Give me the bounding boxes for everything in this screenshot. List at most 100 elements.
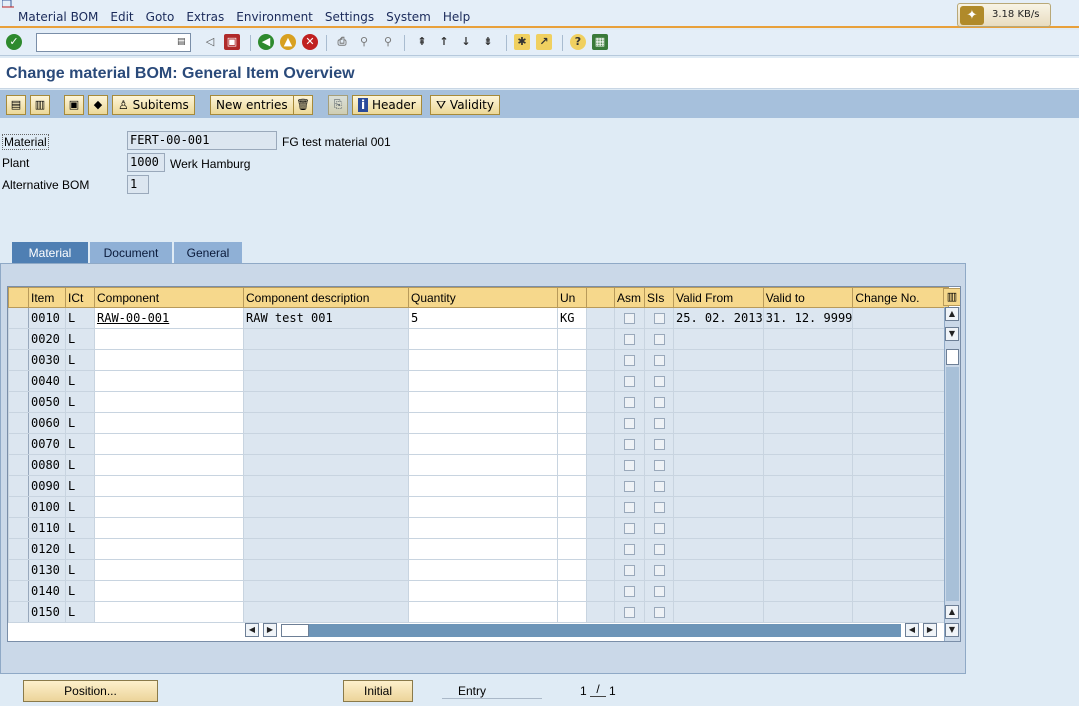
quantity-cell[interactable]	[408, 370, 558, 392]
row-selector[interactable]	[8, 580, 29, 602]
checkbox[interactable]	[624, 481, 635, 492]
back-icon[interactable]: ◀	[258, 34, 274, 50]
unit-cell[interactable]	[557, 370, 587, 392]
sls-checkbox[interactable]	[644, 475, 674, 497]
assembly-checkbox[interactable]	[614, 454, 645, 476]
row-selector[interactable]	[8, 517, 29, 539]
row-selector[interactable]	[8, 370, 29, 392]
unit-cell[interactable]	[557, 412, 587, 434]
quantity-cell[interactable]	[408, 517, 558, 539]
component-cell[interactable]	[94, 433, 244, 455]
assembly-checkbox[interactable]	[614, 412, 645, 434]
checkbox[interactable]	[624, 586, 635, 597]
scroll-far-right-icon[interactable]: ▶	[923, 623, 937, 637]
checkbox[interactable]	[653, 544, 665, 555]
component-cell[interactable]	[94, 475, 244, 497]
unit-cell[interactable]	[557, 391, 587, 413]
checkbox[interactable]	[624, 313, 635, 324]
sls-checkbox[interactable]	[644, 307, 674, 329]
help-icon[interactable]: ?	[570, 34, 586, 50]
column-header-valid-from[interactable]: Valid From	[673, 287, 764, 308]
new-session-icon[interactable]: ✱	[514, 34, 530, 50]
menu-item-system[interactable]: System	[386, 10, 431, 24]
checkbox[interactable]	[653, 481, 665, 492]
row-selector[interactable]	[8, 538, 29, 560]
component-cell[interactable]	[94, 370, 244, 392]
column-header-assembly[interactable]: Asm	[614, 287, 645, 308]
item-category-cell[interactable]: L	[65, 601, 95, 623]
quantity-cell[interactable]	[408, 391, 558, 413]
scroll-down-icon[interactable]: ▼	[945, 327, 959, 341]
column-header-unit[interactable]: Un	[557, 287, 587, 308]
select-all-header[interactable]	[8, 287, 29, 308]
sls-checkbox[interactable]	[644, 601, 674, 623]
component-cell[interactable]	[94, 538, 244, 560]
unit-cell[interactable]	[557, 601, 587, 623]
row-selector[interactable]	[8, 475, 29, 497]
copy-icon[interactable]: ⎘	[328, 95, 348, 115]
find-next-icon[interactable]: ⚲	[380, 34, 396, 50]
menu-item-help[interactable]: Help	[443, 10, 470, 24]
checkbox[interactable]	[653, 397, 665, 408]
item-category-cell[interactable]: L	[65, 496, 95, 518]
command-dropdown-icon[interactable]: ▤	[177, 36, 188, 49]
assembly-checkbox[interactable]	[614, 391, 645, 413]
menu-item-goto[interactable]: Goto	[146, 10, 175, 24]
new-entries-button[interactable]: New entries	[210, 95, 294, 115]
unit-cell[interactable]	[557, 496, 587, 518]
previous-page-icon[interactable]: ↑	[436, 34, 452, 50]
sls-checkbox[interactable]	[644, 496, 674, 518]
tab-document[interactable]: Document	[90, 242, 172, 264]
checkbox[interactable]	[624, 607, 635, 618]
checkbox[interactable]	[653, 586, 665, 597]
checkbox[interactable]	[653, 460, 665, 471]
checkbox[interactable]	[653, 565, 665, 576]
checkbox[interactable]	[653, 502, 665, 513]
checkbox[interactable]	[624, 376, 635, 387]
component-cell[interactable]	[94, 412, 244, 434]
checkbox[interactable]	[653, 376, 665, 387]
display-change-icon[interactable]: ▤	[6, 95, 26, 115]
quantity-cell[interactable]	[408, 538, 558, 560]
sls-checkbox[interactable]	[644, 538, 674, 560]
scroll-far-left-icon[interactable]: ◀	[245, 623, 259, 637]
last-page-icon[interactable]: ⇟	[480, 34, 496, 50]
item-category-cell[interactable]: L	[65, 580, 95, 602]
item-category-cell[interactable]: L	[65, 370, 95, 392]
component-cell[interactable]	[94, 601, 244, 623]
assembly-checkbox[interactable]	[614, 370, 645, 392]
column-header-blank[interactable]	[586, 287, 615, 308]
assembly-checkbox[interactable]	[614, 580, 645, 602]
quantity-cell[interactable]	[408, 328, 558, 350]
assembly-checkbox[interactable]	[614, 475, 645, 497]
column-header-quantity[interactable]: Quantity	[408, 287, 558, 308]
row-selector[interactable]	[8, 433, 29, 455]
row-selector[interactable]	[8, 454, 29, 476]
quantity-cell[interactable]	[408, 412, 558, 434]
column-header-item-category[interactable]: ICt	[65, 287, 95, 308]
horizontal-scroll-thumb[interactable]	[281, 624, 309, 637]
find-icon[interactable]: ⚲	[356, 34, 372, 50]
vertical-scroll-track[interactable]	[946, 367, 959, 601]
scroll-right-back-icon[interactable]: ◀	[905, 623, 919, 637]
sls-checkbox[interactable]	[644, 349, 674, 371]
validity-button[interactable]: ⛛ Validity	[430, 95, 500, 115]
quantity-cell[interactable]	[408, 433, 558, 455]
menu-item-environment[interactable]: Environment	[236, 10, 313, 24]
quantity-cell[interactable]	[408, 496, 558, 518]
assembly-checkbox[interactable]	[614, 307, 645, 329]
assembly-checkbox[interactable]	[614, 517, 645, 539]
item-category-cell[interactable]: L	[65, 538, 95, 560]
unit-cell[interactable]	[557, 580, 587, 602]
print-icon[interactable]: ⎙	[334, 34, 350, 50]
page-up-icon[interactable]: ▲	[945, 605, 959, 619]
sap-window-icon[interactable]	[2, 0, 14, 8]
quantity-cell[interactable]	[408, 475, 558, 497]
checkbox[interactable]	[653, 313, 665, 324]
first-page-icon[interactable]: ⇞	[414, 34, 430, 50]
component-cell[interactable]	[94, 559, 244, 581]
row-selector[interactable]	[8, 412, 29, 434]
sls-checkbox[interactable]	[644, 433, 674, 455]
component-cell[interactable]	[94, 580, 244, 602]
sls-checkbox[interactable]	[644, 328, 674, 350]
